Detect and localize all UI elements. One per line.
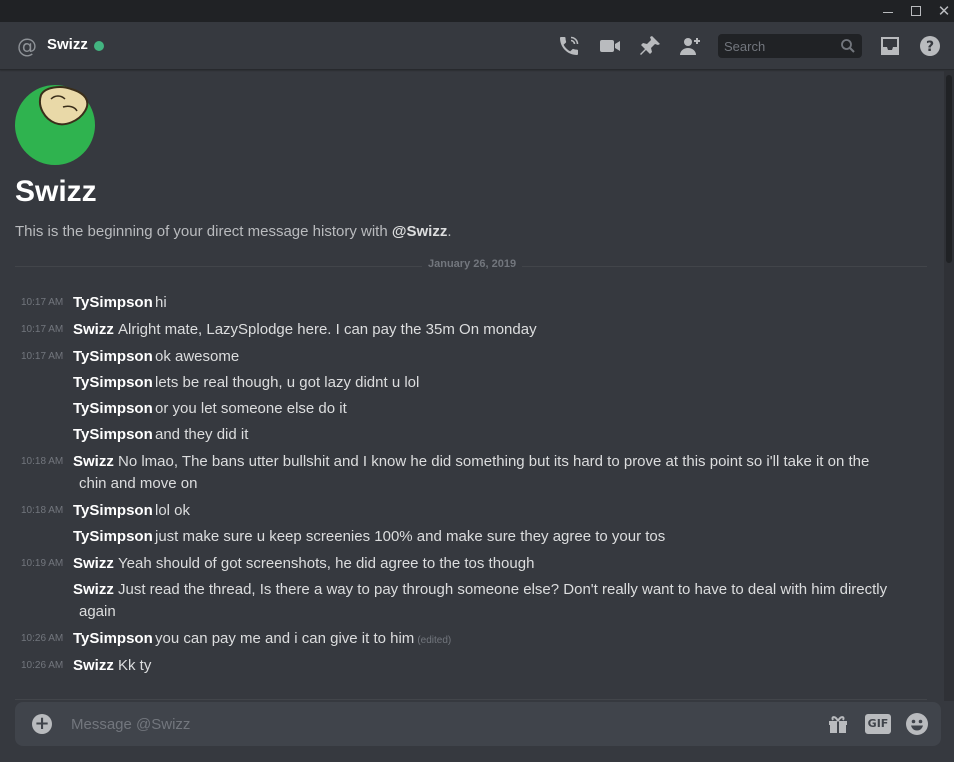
message-author[interactable]: TySimpson: [73, 424, 153, 446]
date-divider-partial: [15, 699, 927, 700]
intro-text-suffix: .: [447, 223, 452, 240]
message-list[interactable]: Swizz This is the beginning of your dire…: [0, 71, 944, 701]
message-text: you can pay me and i can give it to him(…: [155, 628, 451, 652]
message-timestamp[interactable]: 10:26 AM: [21, 655, 71, 677]
intro-text-prefix: This is the beginning of your direct mes…: [15, 223, 392, 240]
message-text: hi: [155, 294, 167, 311]
scrollbar-thumb[interactable]: [946, 75, 952, 263]
message-text: Just read the thread, Is there a way to …: [118, 581, 888, 598]
window-title-bar: ✕: [0, 0, 954, 22]
edited-label: (edited): [417, 635, 452, 646]
message-text: No lmao, The bans utter bullshit and I k…: [118, 453, 870, 470]
date-divider-label: January 26, 2019: [422, 258, 523, 270]
message-text: lol ok: [155, 502, 191, 519]
gift-icon[interactable]: [826, 712, 850, 736]
maximize-icon: [911, 6, 921, 16]
message-author[interactable]: Swizz: [73, 553, 114, 575]
message-timestamp[interactable]: 10:18 AM: [21, 500, 71, 522]
search-icon: [841, 39, 855, 53]
message-text: Yeah should of got screenshots, he did a…: [118, 555, 535, 572]
message-author[interactable]: TySimpson: [73, 292, 153, 314]
svg-text:?: ?: [926, 39, 934, 55]
date-divider: January 26, 2019: [15, 258, 927, 270]
gif-picker-button[interactable]: GIF: [865, 714, 891, 734]
close-icon: ✕: [937, 2, 951, 20]
start-voice-call-icon[interactable]: [557, 34, 581, 58]
add-friends-icon[interactable]: [678, 34, 702, 58]
message-text-continuation: again: [79, 603, 116, 620]
message-author[interactable]: TySimpson: [73, 526, 153, 548]
message-author[interactable]: TySimpson: [73, 628, 153, 650]
intro-description: This is the beginning of your direct mes…: [15, 223, 452, 240]
message-author[interactable]: TySimpson: [73, 500, 153, 522]
inbox-icon[interactable]: [878, 34, 902, 58]
intro-mention[interactable]: @Swizz: [392, 223, 447, 240]
message-text: Kk ty: [118, 657, 152, 674]
message-input[interactable]: [71, 712, 771, 736]
message-text-body: you can pay me and i can give it to him: [155, 630, 415, 647]
message-timestamp[interactable]: 10:19 AM: [21, 553, 71, 575]
close-window-button[interactable]: ✕: [930, 0, 954, 22]
message-author[interactable]: Swizz: [73, 451, 114, 473]
message-text: Alright mate, LazySplodge here. I can pa…: [118, 321, 537, 338]
pinned-messages-icon[interactable]: [638, 34, 662, 58]
plus-icon: +: [34, 713, 50, 734]
minimize-window-button[interactable]: [874, 0, 902, 22]
message-author[interactable]: TySimpson: [73, 346, 153, 368]
message-author[interactable]: Swizz: [73, 319, 114, 341]
message-timestamp[interactable]: 10:18 AM: [21, 451, 71, 473]
upload-file-button[interactable]: +: [32, 714, 52, 734]
message-author[interactable]: TySimpson: [73, 398, 153, 420]
channel-header: @ Swizz ?: [0, 22, 954, 70]
minimize-icon: [883, 11, 893, 13]
message-row: 10:18 AM Swizz No lmao, The bans utter b…: [0, 451, 930, 495]
message-row: Swizz Just read the thread, Is there a w…: [0, 579, 930, 623]
message-timestamp[interactable]: 10:26 AM: [21, 628, 71, 650]
emoji-picker-icon[interactable]: [905, 712, 929, 736]
intro-username: Swizz: [15, 175, 97, 208]
search-input[interactable]: [718, 34, 838, 58]
help-icon[interactable]: ?: [918, 34, 942, 58]
message-text: or you let someone else do it: [155, 400, 347, 417]
message-text: ok awesome: [155, 348, 240, 365]
message-text: and they did it: [155, 426, 249, 443]
channel-name: Swizz: [47, 36, 88, 53]
message-text-continuation: chin and move on: [79, 475, 198, 492]
avatar-image: [39, 86, 89, 126]
message-text: just make sure u keep screenies 100% and…: [155, 528, 666, 545]
user-avatar: [15, 85, 95, 165]
message-timestamp[interactable]: 10:17 AM: [21, 319, 71, 341]
maximize-window-button[interactable]: [902, 0, 930, 22]
message-author[interactable]: TySimpson: [73, 372, 153, 394]
message-timestamp[interactable]: 10:17 AM: [21, 346, 71, 368]
search-box[interactable]: [718, 34, 862, 58]
at-sign-icon: @: [17, 34, 37, 58]
message-text: lets be real though, u got lazy didnt u …: [155, 374, 420, 391]
online-status-indicator: [94, 41, 104, 51]
start-video-call-icon[interactable]: [598, 34, 622, 58]
message-timestamp[interactable]: 10:17 AM: [21, 292, 71, 314]
message-composer: + GIF: [15, 702, 941, 746]
message-author[interactable]: Swizz: [73, 655, 114, 677]
message-author[interactable]: Swizz: [73, 579, 114, 601]
message-scrollbar[interactable]: [944, 71, 954, 701]
